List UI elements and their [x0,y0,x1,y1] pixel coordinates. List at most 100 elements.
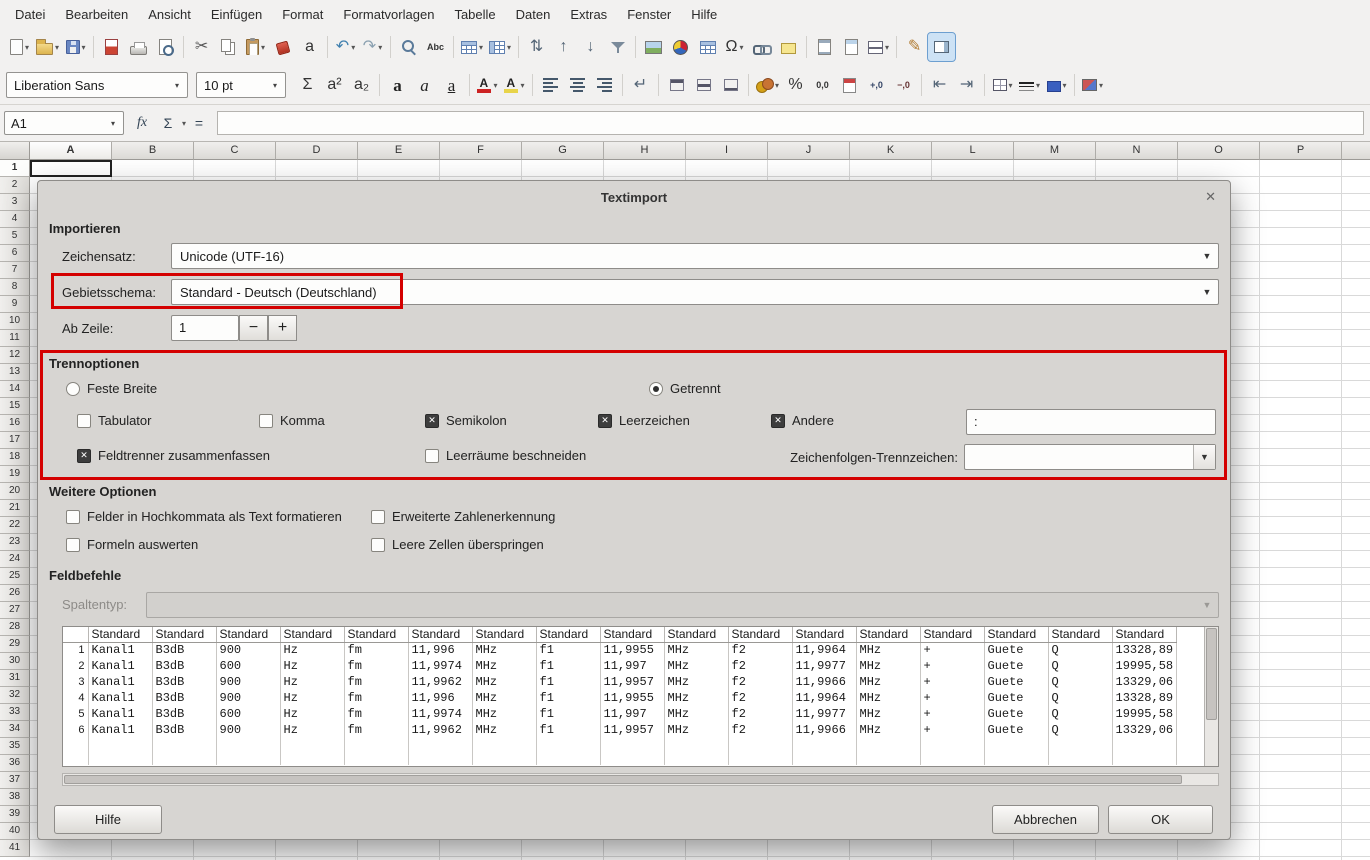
preview-column-type-10[interactable]: Standard [664,627,728,642]
chevron-down-icon[interactable]: ▾ [351,43,355,52]
subscript-button[interactable]: a₂ [348,71,375,99]
paste-button[interactable]: ▾ [242,33,269,61]
row-header-6[interactable]: 6 [0,245,30,262]
row-header-23[interactable]: 23 [0,534,30,551]
format-as-currency-button[interactable]: ▾ [753,71,782,99]
radio-getrennt[interactable]: Getrennt [649,381,721,396]
open-button[interactable]: ▾ [33,33,62,61]
checkbox-feldtrenner-zusammenfassen[interactable]: Feldtrenner zusammenfassen [77,448,270,463]
menu-format[interactable]: Format [273,3,332,26]
checkbox-leerraeume-beschneiden[interactable]: Leerräume beschneiden [425,448,586,463]
locale-combobox[interactable]: Standard - Deutsch (Deutschland) ▼ [171,279,1219,305]
preview-column-type-15[interactable]: Standard [984,627,1048,642]
row-header-10[interactable]: 10 [0,313,30,330]
row-header-17[interactable]: 17 [0,432,30,449]
underline-button[interactable]: a [438,71,465,99]
row-header-30[interactable]: 30 [0,653,30,670]
special-character-button[interactable]: Ω▾ [721,33,748,61]
row-header-32[interactable]: 32 [0,687,30,704]
row-header-5[interactable]: 5 [0,228,30,245]
checkbox-leere-zellen-ueberspringen[interactable]: Leere Zellen überspringen [371,537,544,552]
checkbox-semikolon[interactable]: Semikolon [425,413,507,428]
formula-button[interactable]: = [186,111,212,135]
menu-formatvorlagen[interactable]: Formatvorlagen [334,3,443,26]
wrap-text-button[interactable]: ↵ [627,71,654,99]
row-header-28[interactable]: 28 [0,619,30,636]
from-row-input[interactable]: 1 [171,315,239,341]
highlight-color-button[interactable]: ▾ [501,71,528,99]
find-and-replace-button[interactable] [395,33,422,61]
row-header-31[interactable]: 31 [0,670,30,687]
column-header-C[interactable]: C [194,142,276,160]
row-header-8[interactable]: 8 [0,279,30,296]
center-vertically-button[interactable] [690,71,717,99]
checkbox-komma[interactable]: Komma [259,413,325,428]
chevron-down-icon[interactable]: ▾ [167,81,187,90]
row-header-20[interactable]: 20 [0,483,30,500]
checkbox-formeln-auswerten[interactable]: Formeln auswerten [66,537,198,552]
chevron-down-icon[interactable]: ▼ [1196,251,1218,261]
column-header-M[interactable]: M [1014,142,1096,160]
row-header-26[interactable]: 26 [0,585,30,602]
align-top-button[interactable] [663,71,690,99]
insert-hyperlink-button[interactable] [748,33,775,61]
align-right-button[interactable] [591,71,618,99]
add-decimal-place-button[interactable]: +,0 [863,71,890,99]
chevron-down-icon[interactable]: ▾ [82,43,86,52]
format-as-percent-button[interactable]: % [782,71,809,99]
from-row-decrement-button[interactable]: − [239,315,268,341]
split-window-button[interactable]: ▾ [865,33,892,61]
spelling-button[interactable]: Abc [422,33,449,61]
preview-horizontal-scrollbar[interactable] [62,773,1219,786]
menu-tabelle[interactable]: Tabelle [445,3,504,26]
align-bottom-button[interactable] [717,71,744,99]
checkbox-erweiterte-zahlenerkennung[interactable]: Erweiterte Zahlenerkennung [371,509,555,524]
chevron-down-icon[interactable]: ▾ [25,43,29,52]
chevron-down-icon[interactable]: ▾ [479,43,483,52]
preview-column-type-13[interactable]: Standard [856,627,920,642]
clone-formatting-button[interactable] [269,33,296,61]
preview-column-type-8[interactable]: Standard [536,627,600,642]
print-button[interactable] [125,33,152,61]
new-document-button[interactable]: ▾ [6,33,33,61]
column-header-J[interactable]: J [768,142,850,160]
align-left-button[interactable] [537,71,564,99]
column-header-L[interactable]: L [932,142,1014,160]
column-header-partial[interactable] [1342,142,1370,160]
row-header-4[interactable]: 4 [0,211,30,228]
insert-columns-button[interactable]: ▾ [486,33,514,61]
preview-column-type-6[interactable]: Standard [408,627,472,642]
column-header-N[interactable]: N [1096,142,1178,160]
row-header-29[interactable]: 29 [0,636,30,653]
autofilter-button[interactable] [604,33,631,61]
row-header-14[interactable]: 14 [0,381,30,398]
function-wizard-button[interactable]: fx [129,111,155,135]
row-header-27[interactable]: 27 [0,602,30,619]
increase-indent-button[interactable]: ⇥ [953,71,980,99]
row-header-33[interactable]: 33 [0,704,30,721]
format-as-number-button[interactable]: 0,0 [809,71,836,99]
row-header-34[interactable]: 34 [0,721,30,738]
italic-button[interactable]: a [411,71,438,99]
string-delimiter-combobox[interactable]: ▼ [964,444,1216,470]
font-size-combobox[interactable]: 10 pt ▾ [196,72,286,98]
row-header-13[interactable]: 13 [0,364,30,381]
column-header-E[interactable]: E [358,142,440,160]
preview-column-type-17[interactable]: Standard [1112,627,1177,642]
menu-datei[interactable]: Datei [6,3,54,26]
undo-button[interactable]: ↶▾ [332,33,359,61]
show-draw-functions-button[interactable]: ✎ [901,33,928,61]
menu-bearbeiten[interactable]: Bearbeiten [56,3,137,26]
preview-column-type-9[interactable]: Standard [600,627,664,642]
menu-ansicht[interactable]: Ansicht [139,3,200,26]
row-header-15[interactable]: 15 [0,398,30,415]
preview-column-type-2[interactable]: Standard [152,627,216,642]
select-all-corner[interactable] [0,142,30,160]
checkbox-box[interactable] [259,414,273,428]
sort-ascending-button[interactable]: ↑ [550,33,577,61]
copy-button[interactable] [215,33,242,61]
preview-column-type-4[interactable]: Standard [280,627,344,642]
andere-separator-input[interactable]: : [966,409,1216,435]
row-header-7[interactable]: 7 [0,262,30,279]
checkbox-box[interactable] [425,414,439,428]
